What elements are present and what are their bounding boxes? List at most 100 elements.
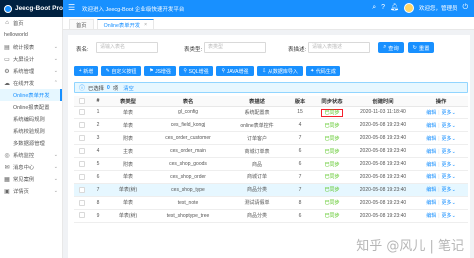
table-row[interactable]: 1 单表 gl_config 系统配置表 15 已同步 2020-11-03 1… — [74, 106, 468, 120]
java-enhance-button[interactable]: ⚲ JAVA增强 — [216, 66, 254, 76]
sidebar-item-check-rule[interactable]: 系统校验规则 — [0, 125, 62, 137]
cell-status: 已同步 — [312, 106, 352, 120]
table-row[interactable]: 4 主表 ces_order_main 商城订单表 6 已同步 2020-05-… — [74, 144, 468, 159]
sidebar-item-message[interactable]: ✉ 消息中心 ⌄ — [0, 161, 62, 173]
sidebar-item-online-form[interactable]: Online表单开发 — [0, 89, 62, 101]
sidebar-item-online-report[interactable]: Online报表配置 — [0, 101, 62, 113]
cell-actions: 编辑 | 更多⌄ — [414, 183, 468, 197]
table-type-select[interactable]: 表类型 — [204, 42, 266, 53]
checkbox-icon — [79, 122, 85, 129]
checkbox-icon — [79, 147, 85, 154]
row-checkbox[interactable] — [74, 131, 90, 146]
row-checkbox[interactable] — [74, 144, 90, 159]
tab-home[interactable]: 首页 — [69, 19, 94, 29]
row-checkbox[interactable] — [74, 118, 90, 133]
sidebar-item-home[interactable]: ⌂ 首页 — [0, 17, 62, 29]
edit-link[interactable]: 编辑 — [426, 110, 436, 116]
reset-button[interactable]: ↻ 重置 — [408, 42, 434, 53]
divider: | — [438, 148, 440, 155]
edit-link[interactable]: 编辑 — [426, 174, 436, 180]
row-checkbox[interactable] — [74, 183, 90, 197]
tab-online-form[interactable]: Online表单开发 × — [96, 19, 155, 29]
edit-link[interactable]: 编辑 — [426, 149, 436, 155]
table-row[interactable]: 2 单表 ces_field_kongj online表单控件 4 已同步 20… — [74, 118, 468, 133]
sidebar-item-system[interactable]: ⚙ 系统管理 ⌄ — [0, 65, 62, 77]
more-dropdown[interactable]: 更多 — [442, 162, 452, 168]
cell-actions: 编辑 | 更多⌄ — [414, 144, 468, 159]
search-icon[interactable]: ⌕ — [372, 3, 376, 13]
sidebar-item-monitor[interactable]: ◎ 系统监控 ⌄ — [0, 149, 62, 161]
cell-type: 附表 — [106, 131, 150, 146]
table-row[interactable]: 7 单表(树) ces_shop_type 商品分类 7 已同步 2020-05… — [74, 183, 468, 197]
clear-selection-link[interactable]: 清空 — [123, 84, 134, 92]
user-greeting[interactable]: 欢迎您，管理员 — [419, 4, 458, 12]
row-checkbox[interactable] — [74, 209, 90, 223]
toolbar: + 新增 ✎ 自定义按钮 ⚑ JS增强 ⚲ SQL增强 ⚲ JAVA增强 ⇩ 从数据库导入 … — [74, 66, 468, 77]
close-icon[interactable]: × — [144, 22, 147, 28]
code-gen-button[interactable]: ✦ 代码生成 — [306, 66, 340, 76]
cell-type: 单表(树) — [106, 209, 150, 223]
sidebar-item-cases[interactable]: ▦ 常见案例 ⌄ — [0, 173, 62, 185]
more-dropdown[interactable]: 更多 — [442, 110, 452, 116]
query-button[interactable]: ⌕ 查询 — [378, 42, 404, 53]
table-name-input[interactable]: 请输入表名 — [96, 42, 158, 53]
import-from-db-button[interactable]: ⇩ 从数据库导入 — [257, 66, 303, 76]
add-button[interactable]: + 新增 — [74, 66, 98, 76]
table-row[interactable]: 9 单表(树) test_shoptype_tree 商品分类 6 已同步 20… — [74, 209, 468, 223]
reload-icon: ↻ — [412, 44, 417, 51]
cell-actions: 编辑 | 更多⌄ — [414, 170, 468, 184]
edit-link[interactable]: 编辑 — [426, 187, 436, 193]
chevron-down-icon: ⌄ — [451, 122, 456, 129]
more-dropdown[interactable]: 更多 — [442, 123, 452, 129]
more-dropdown[interactable]: 更多 — [442, 187, 452, 193]
cell-status: 已同步 — [312, 183, 352, 197]
menu-fold-icon[interactable]: ☰ — [68, 4, 76, 12]
more-dropdown[interactable]: 更多 — [442, 174, 452, 180]
edit-link[interactable]: 编辑 — [426, 200, 436, 206]
app-logo[interactable]: Jeecg-Boot Pro — [0, 0, 63, 17]
more-dropdown[interactable]: 更多 — [442, 213, 452, 219]
more-dropdown[interactable]: 更多 — [442, 200, 452, 206]
more-dropdown[interactable]: 更多 — [442, 136, 452, 142]
edit-link[interactable]: 编辑 — [426, 123, 436, 129]
avatar[interactable] — [403, 3, 414, 13]
row-checkbox[interactable] — [74, 106, 90, 120]
table-row[interactable]: 3 附表 ces_order_customer 订单客户 7 已同步 2020-… — [74, 131, 468, 146]
table-row[interactable]: 5 附表 ces_shop_goods 商品 6 已同步 2020-05-08 … — [74, 157, 468, 171]
table-header-row: # 表类型 表名 表描述 版本 同步状态 创建时间 操作 — [74, 96, 468, 107]
sidebar: ⌂ 首页 helloworld ▤ 统计报表 ⌄ ▭ 大屏设计 ⌄ ⚙ 系统管理 ⌄ ☁ 在线开… — [0, 17, 63, 258]
sidebar-item-datasource[interactable]: 多数据源管理 — [0, 137, 62, 149]
sidebar-item-helloworld[interactable]: helloworld — [0, 29, 62, 41]
divider: | — [438, 161, 440, 168]
help-icon[interactable]: ? — [381, 3, 385, 13]
table-row[interactable]: 8 单表 test_note 测试请假单 8 已同步 2020-05-08 19… — [74, 196, 468, 210]
bell-icon[interactable]: 🔔︎ — [390, 3, 399, 13]
logout-icon[interactable]: ⏻ — [462, 3, 468, 13]
watermark: 知乎 @风儿 | 笔记 — [356, 239, 464, 254]
row-checkbox[interactable] — [74, 196, 90, 210]
sql-enhance-button[interactable]: ⚲ SQL增强 — [179, 66, 213, 76]
sidebar-item-detail[interactable]: ▣ 详情页 ⌄ — [0, 185, 62, 197]
cell-name: test_note — [150, 196, 226, 210]
edit-link[interactable]: 编辑 — [426, 136, 436, 142]
select-all-checkbox[interactable] — [74, 96, 90, 107]
custom-button-button[interactable]: ✎ 自定义按钮 — [101, 66, 141, 76]
sidebar-item-screen-design[interactable]: ▭ 大屏设计 ⌄ — [0, 53, 62, 65]
row-checkbox[interactable] — [74, 157, 90, 171]
sync-status-badge: 已同步 — [324, 148, 340, 155]
row-checkbox[interactable] — [74, 170, 90, 184]
table-row[interactable]: 6 单表 ces_shop_order 商城订单 7 已同步 2020-05-0… — [74, 170, 468, 184]
col-header-type: 表类型 — [106, 96, 150, 107]
more-dropdown[interactable]: 更多 — [442, 149, 452, 155]
cell-version: 7 — [288, 131, 312, 146]
checkbox-icon — [79, 199, 85, 206]
js-enhance-button[interactable]: ⚑ JS增强 — [144, 66, 176, 76]
edit-link[interactable]: 编辑 — [426, 162, 436, 168]
edit-link[interactable]: 编辑 — [426, 213, 436, 219]
sidebar-item-online-dev[interactable]: ☁ 在线开发 ⌃ — [0, 77, 62, 89]
divider: | — [438, 200, 440, 207]
table-desc-input[interactable]: 请输入表描述 — [308, 42, 370, 53]
cell-created: 2020-05-08 19:23:40 — [352, 209, 414, 223]
sidebar-item-statistics[interactable]: ▤ 统计报表 ⌄ — [0, 41, 62, 53]
sidebar-item-code-rule[interactable]: 系统编码规则 — [0, 113, 62, 125]
